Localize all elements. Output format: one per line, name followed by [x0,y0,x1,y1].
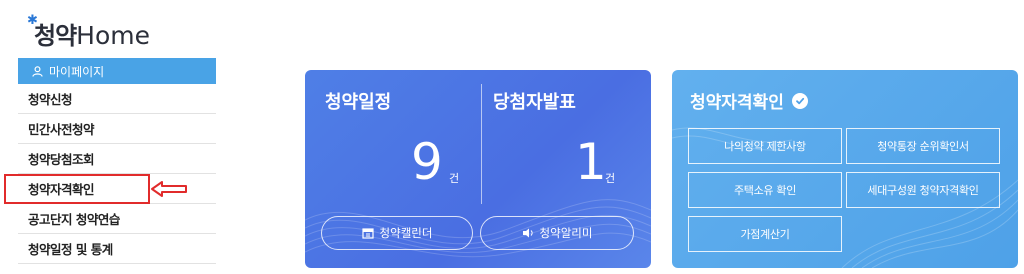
sidebar-item-label: 공고단지 청약연습 [28,212,120,227]
schedule-count-unit: 건 [449,172,460,185]
sidebar-item-label: 청약일정 및 통계 [28,242,113,257]
logo-korean: 청약 [34,22,77,50]
calendar-button-label: 청약캘린더 [379,226,433,240]
mypage-label: 마이페이지 [49,64,105,79]
logo-english: Home [76,21,150,50]
check-circle-icon [791,92,808,109]
alarm-button-label: 청약알리미 [539,226,593,240]
speaker-icon [522,227,534,239]
highlight-box [4,174,150,204]
account-rank-button[interactable]: 청약통장 순위확인서 [846,128,1000,164]
card-divider [481,84,482,204]
home-ownership-button[interactable]: 주택소유 확인 [688,172,842,208]
account-rank-label: 청약통장 순위확인서 [877,140,969,153]
restriction-check-label: 나의청약 제한사항 [724,140,806,153]
schedule-title: 청약일정 [325,92,392,113]
eligibility-title: 청약자격확인 [690,93,784,113]
sidebar-item-apply[interactable]: 청약신청 [18,84,216,114]
sidebar-item-practice[interactable]: 공고단지 청약연습 [18,204,216,234]
eligibility-card: 청약자격확인 나의청약 제한사항 청약통장 순위확인서 주택소유 확인 세대구성… [672,70,1018,268]
annotation-arrow-icon [151,181,187,197]
calendar-button[interactable]: 청약캘린더 [321,216,473,250]
sidebar-item-label: 민간사전청약 [28,122,95,137]
sidebar: 마이페이지 청약신청 민간사전청약 청약당첨조회 청약자격확인 공고단지 청약연… [4,58,216,264]
home-ownership-label: 주택소유 확인 [733,184,797,197]
user-icon [32,65,43,77]
sidebar-item-schedule-stats[interactable]: 청약일정 및 통계 [18,234,216,264]
page: ✱ 청약 Home 마이페이지 청약신청 민간사전청약 청약당첨조회 청약자격확… [0,0,1024,274]
household-eligibility-button[interactable]: 세대구성원 청약자격확인 [846,172,1000,208]
alarm-button[interactable]: 청약알리미 [480,216,634,250]
winner-title: 당첨자발표 [493,92,576,113]
household-eligibility-label: 세대구성원 청약자격확인 [867,184,979,197]
site-logo[interactable]: ✱ 청약 Home [27,13,150,50]
winner-count-unit: 건 [605,172,616,185]
score-calculator-label: 가점계산기 [740,228,790,241]
winner-count[interactable]: 1 [575,134,607,190]
mypage-link[interactable]: 마이페이지 [18,58,216,84]
schedule-count[interactable]: 9 [411,134,443,190]
sidebar-item-winner-lookup[interactable]: 청약당첨조회 [18,144,216,174]
schedule-card: 청약일정 당첨자발표 9 건 1 건 청약캘린더 청약알리미 [305,70,651,268]
calendar-icon [361,227,374,239]
sidebar-item-private-pre-subscription[interactable]: 민간사전청약 [18,114,216,144]
score-calculator-button[interactable]: 가점계산기 [688,216,842,252]
eligibility-title-row: 청약자격확인 [690,88,808,113]
star-icon: ✱ [27,13,38,28]
sidebar-item-label: 청약당첨조회 [28,152,95,167]
sidebar-item-label: 청약신청 [28,92,73,107]
restriction-check-button[interactable]: 나의청약 제한사항 [688,128,842,164]
